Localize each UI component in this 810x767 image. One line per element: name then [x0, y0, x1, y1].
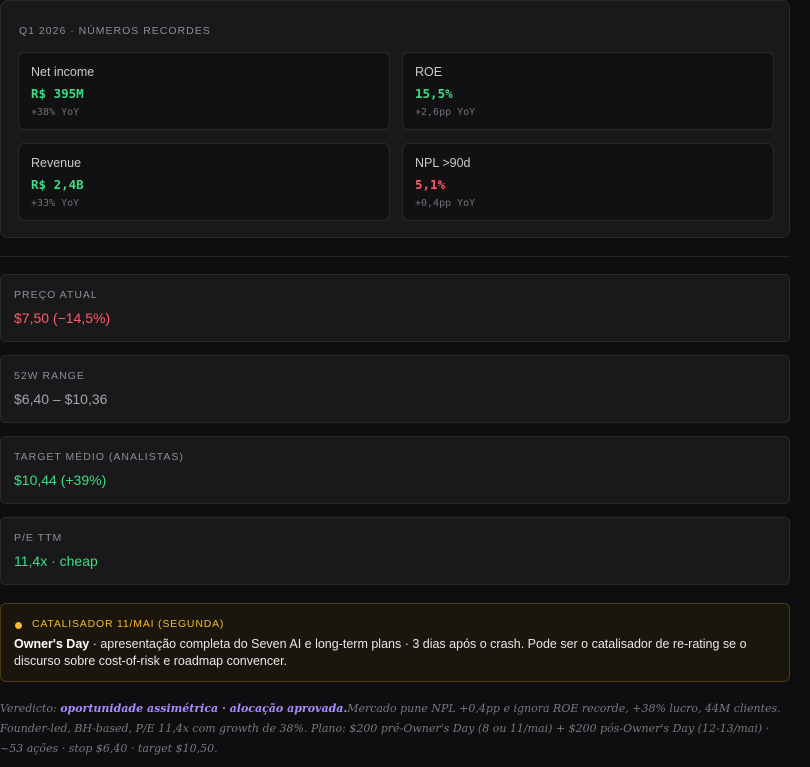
kpi-delta: +0,4pp YoY — [415, 198, 476, 209]
catalyst-body: Owner's Day · apresentação completa do S… — [14, 636, 774, 670]
stat-52w-range: 52W RANGE $6,40 – $10,36 — [0, 355, 790, 423]
verdict-prefix: Veredicto: — [0, 702, 61, 715]
kpi-card-npl: NPL >90d 5,1% +0,4pp YoY — [402, 143, 774, 221]
stat-label: 52W RANGE — [14, 370, 85, 382]
stat-target-price: TARGET MÉDIO (ANALISTAS) $10,44 (+39%) — [0, 436, 790, 504]
stat-value: $7,50 (−14,5%) — [14, 310, 111, 326]
kpi-value: 15,5% — [415, 86, 453, 101]
section-divider — [0, 256, 790, 257]
kpi-delta: +33% YoY — [31, 198, 80, 209]
kpi-card-net-income: Net income R$ 395M +38% YoY — [18, 52, 390, 130]
kpi-label: Net income — [31, 65, 95, 79]
kpi-value: R$ 395M — [31, 86, 84, 101]
kpi-delta: +2,6pp YoY — [415, 107, 476, 118]
catalyst-highlight: Owner's Day — [14, 637, 90, 651]
catalyst-dot-icon — [15, 622, 22, 629]
kpi-card-roe: ROE 15,5% +2,6pp YoY — [402, 52, 774, 130]
kpi-value: 5,1% — [415, 177, 446, 192]
kpi-label: Revenue — [31, 156, 82, 170]
catalyst-title: CATALISADOR 11/MAI (SEGUNDA) — [32, 618, 225, 630]
verdict-highlight: oportunidade assimétrica · alocação apro… — [60, 702, 348, 715]
stat-value: $6,40 – $10,36 — [14, 391, 108, 407]
q1-records-panel: Q1 2026 · NÚMEROS RECORDES Net income R$… — [0, 0, 790, 238]
stat-label: P/E TTM — [14, 532, 63, 544]
catalyst-text: · apresentação completa do Seven AI e lo… — [14, 637, 747, 668]
panel-title: Q1 2026 · NÚMEROS RECORDES — [19, 25, 211, 37]
verdict-note: Veredicto: oportunidade assimétrica · al… — [0, 699, 790, 759]
stat-value: $10,44 (+39%) — [14, 472, 107, 488]
stat-pe-ttm: P/E TTM 11,4x · cheap — [0, 517, 790, 585]
kpi-label: NPL >90d — [415, 156, 471, 170]
stat-current-price: PREÇO ATUAL $7,50 (−14,5%) — [0, 274, 790, 342]
stat-label: TARGET MÉDIO (ANALISTAS) — [14, 451, 184, 463]
kpi-label: ROE — [415, 65, 443, 79]
stat-label: PREÇO ATUAL — [14, 289, 98, 301]
stat-value: 11,4x · cheap — [14, 553, 98, 569]
catalyst-callout: CATALISADOR 11/MAI (SEGUNDA) Owner's Day… — [0, 603, 790, 682]
kpi-delta: +38% YoY — [31, 107, 80, 118]
kpi-card-revenue: Revenue R$ 2,4B +33% YoY — [18, 143, 390, 221]
kpi-value: R$ 2,4B — [31, 177, 84, 192]
